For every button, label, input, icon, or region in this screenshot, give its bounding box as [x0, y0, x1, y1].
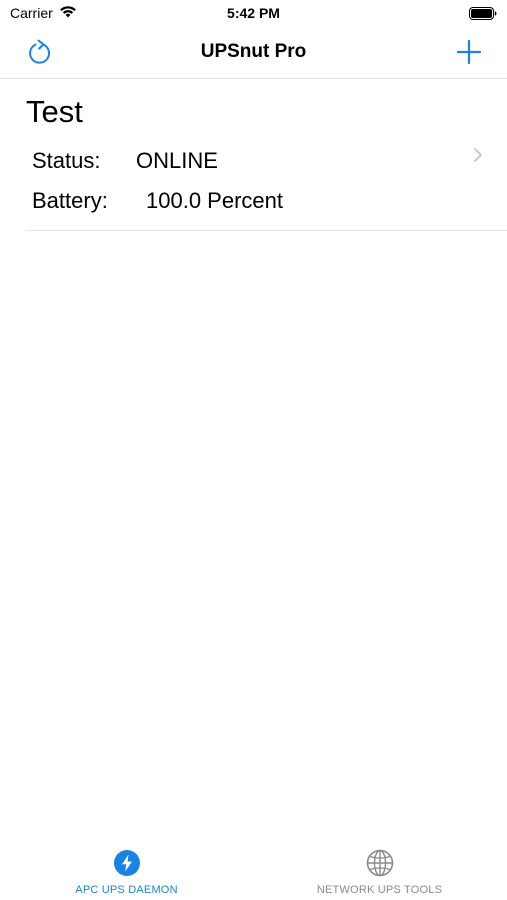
tab-network-ups-tools[interactable]: NETWORK UPS TOOLS: [253, 836, 506, 900]
status-bar: Carrier 5:42 PM: [0, 0, 507, 28]
clock: 5:42 PM: [227, 5, 280, 21]
status-label: Status:: [32, 148, 101, 173]
status-value: ONLINE: [136, 148, 218, 173]
battery-value: 100.0 Percent: [146, 188, 283, 213]
chevron-right-icon: [473, 147, 483, 168]
add-button[interactable]: [455, 38, 483, 66]
battery-icon: [469, 7, 497, 25]
ups-name: Test: [26, 94, 83, 129]
tab-apc-ups-daemon[interactable]: APC UPS DAEMON: [0, 836, 253, 900]
ups-list-item[interactable]: Test Status: ONLINE Battery: 100.0 Perce…: [26, 80, 507, 231]
battery-label: Battery:: [32, 188, 108, 213]
plus-icon: [456, 39, 482, 65]
tab-bar: APC UPS DAEMON NETWORK UPS TOOLS: [0, 836, 507, 900]
tab-label: NETWORK UPS TOOLS: [316, 884, 443, 896]
page-title: UPSnut Pro: [200, 41, 307, 62]
bolt-icon: [112, 848, 142, 878]
globe-icon: [365, 848, 395, 878]
tab-label: APC UPS DAEMON: [75, 884, 178, 896]
navigation-bar: UPSnut Pro: [0, 28, 507, 79]
